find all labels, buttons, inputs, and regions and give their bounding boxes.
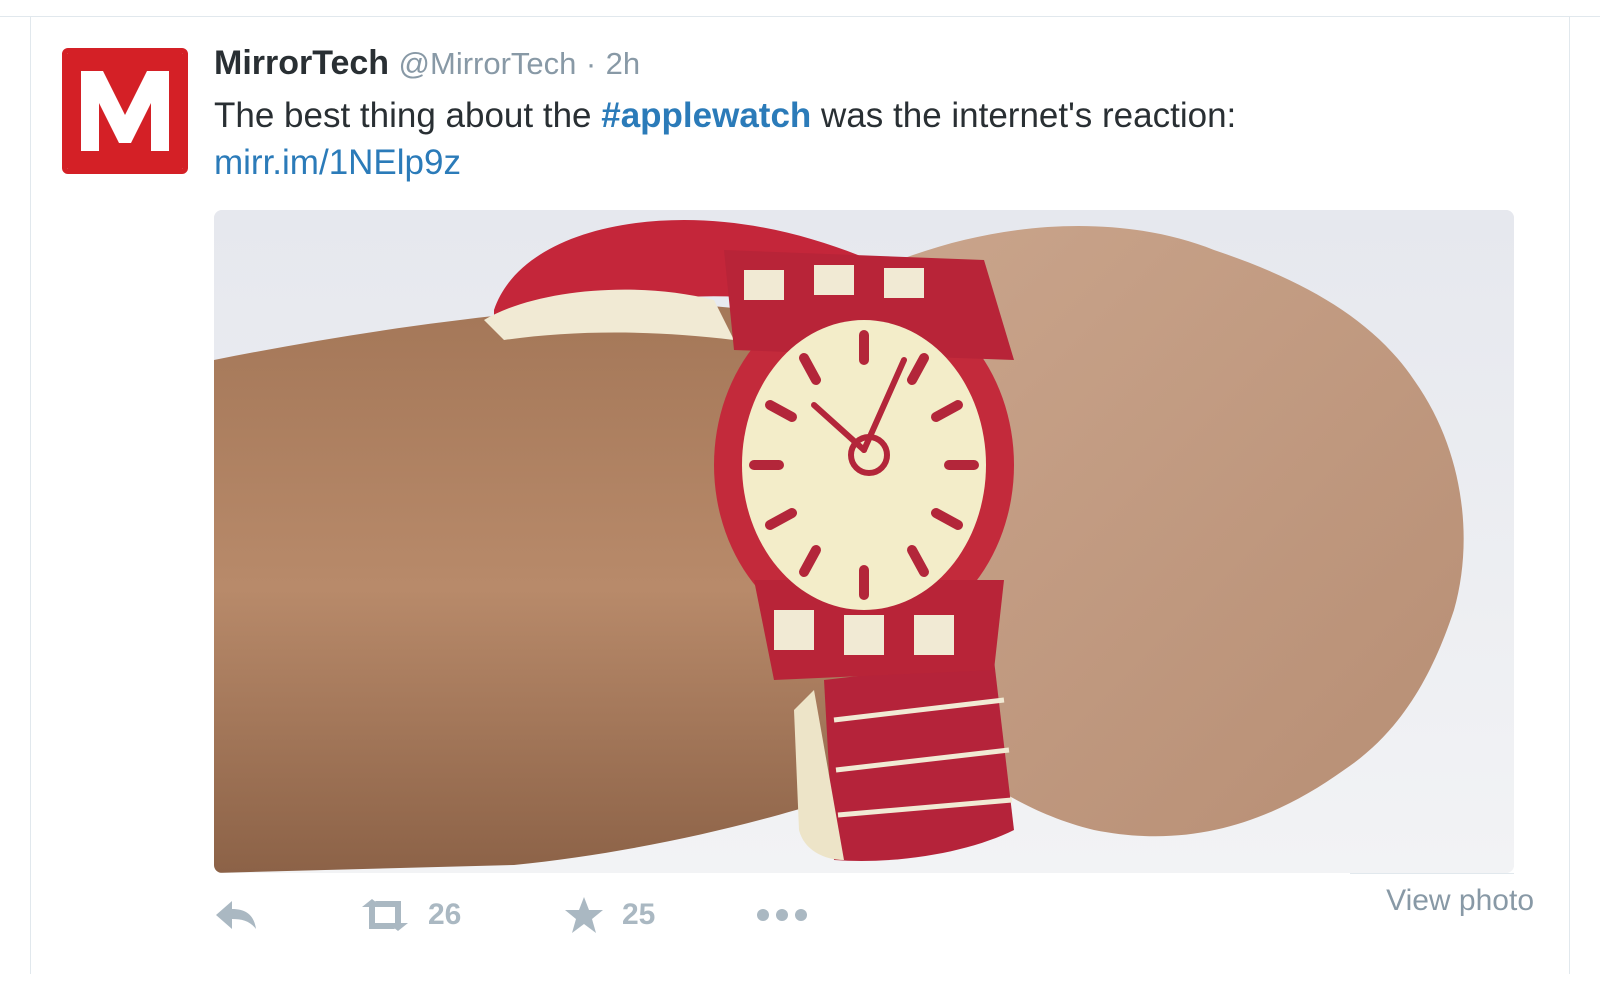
avatar[interactable] <box>62 48 188 174</box>
tweet-text-after: was the internet's reaction: <box>811 96 1237 135</box>
user-handle[interactable]: @MirrorTech <box>399 46 577 81</box>
reply-icon <box>214 897 258 933</box>
hashtag-link[interactable]: #applewatch <box>601 96 811 135</box>
tweet-header: MirrorTech @MirrorTech · 2h <box>214 44 640 83</box>
favorite-button[interactable]: 25 <box>564 890 655 940</box>
tweet-photo[interactable] <box>214 210 1514 873</box>
tweet-text: The best thing about the #applewatch was… <box>214 92 1514 186</box>
short-link[interactable]: mirr.im/1NElp9z <box>214 139 1514 186</box>
retweet-count: 26 <box>428 898 462 931</box>
view-photo-link[interactable]: View photo <box>1386 884 1534 918</box>
timeline-divider <box>0 0 1600 17</box>
apple-watch-photo <box>214 210 1514 873</box>
favorite-count: 25 <box>622 898 656 931</box>
tweet-actions: 26 25 View photo <box>214 884 1534 940</box>
more-icon <box>756 908 808 922</box>
star-icon <box>564 895 604 935</box>
more-button[interactable] <box>756 890 808 940</box>
photo-divider <box>1350 873 1514 874</box>
separator-dot: · <box>585 46 597 81</box>
reply-button[interactable] <box>214 890 258 940</box>
display-name[interactable]: MirrorTech <box>214 44 389 82</box>
mirror-logo <box>67 53 183 169</box>
timestamp[interactable]: 2h <box>606 46 640 81</box>
retweet-icon <box>358 897 412 933</box>
retweet-button[interactable]: 26 <box>358 890 461 940</box>
tweet-text-before: The best thing about the <box>214 96 602 135</box>
